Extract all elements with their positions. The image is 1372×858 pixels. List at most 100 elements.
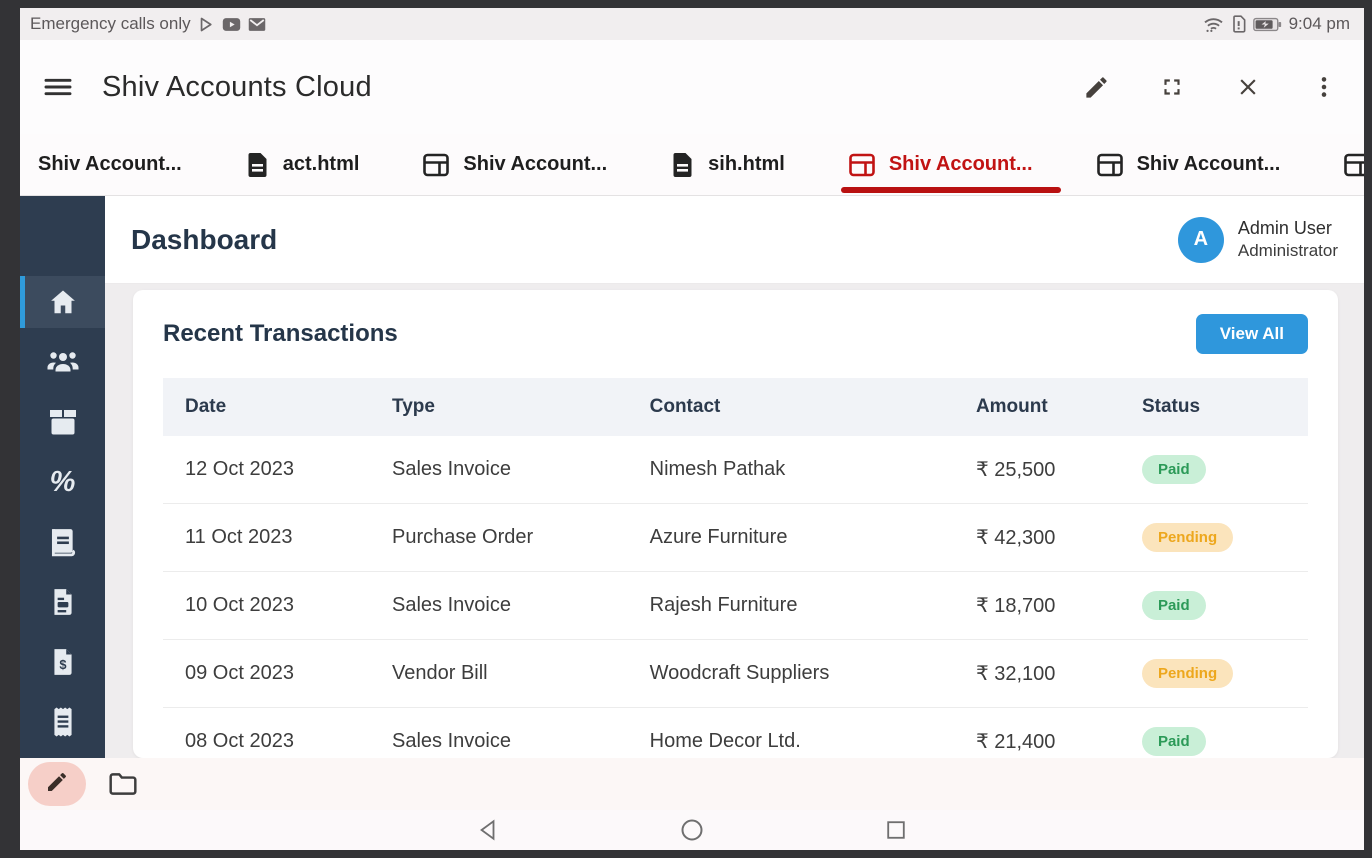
sidebar-item-ledger[interactable] [20,516,105,568]
cell-type: Sales Invoice [392,571,650,640]
status-bar: Emergency calls only 9:04 pm [20,8,1364,40]
table-row: 08 Oct 2023 Sales Invoice Home Decor Ltd… [163,707,1308,758]
cell-date: 12 Oct 2023 [163,436,392,504]
receipt-icon [50,707,76,737]
tab-shiv-accounts-1[interactable]: Shiv Account... [38,134,182,195]
document-icon [246,152,269,178]
user-chip[interactable]: A Admin User Administrator [1177,216,1338,263]
app-toolbar: Shiv Accounts Cloud [20,40,1364,134]
cell-type: Sales Invoice [392,436,650,504]
close-icon[interactable] [1234,73,1262,101]
sidebar-item-products[interactable] [20,396,105,448]
sidebar: % $ [20,196,105,758]
back-icon[interactable] [475,817,501,843]
carrier-text: Emergency calls only [30,14,191,33]
tab-sih-html[interactable]: sih.html [671,134,785,195]
edit-fab[interactable] [28,762,86,806]
tab-label: Shiv Account... [888,153,1033,175]
status-badge: Paid [1141,727,1206,756]
column-header-contact: Contact [649,378,976,436]
cell-contact: Woodcraft Suppliers [649,639,976,708]
cell-type: Purchase Order [392,503,650,572]
cell-amount: ₹ 21,400 [975,707,1142,758]
transactions-table: Date Type Contact Amount Status 12 Oct 2… [163,378,1308,758]
ledger-icon [49,527,77,557]
column-header-type: Type [392,378,650,436]
wifi-icon [1203,16,1224,33]
window-icon [1096,153,1123,177]
cell-contact: Azure Furniture [649,503,976,572]
clock-text: 9:04 pm [1288,14,1350,33]
tab-label: act.html [282,153,360,175]
tab-shiv-accounts-2[interactable]: Shiv Account... [423,134,607,195]
document-icon [671,152,694,178]
folder-icon[interactable] [108,771,138,797]
table-row: 12 Oct 2023 Sales Invoice Nimesh Pathak … [163,436,1308,504]
fullscreen-icon[interactable] [1158,73,1186,101]
section-title: Recent Transactions [163,320,398,347]
table-row: 09 Oct 2023 Vendor Bill Woodcraft Suppli… [163,639,1308,708]
tab-shiv-accounts-3[interactable]: Shiv Account... [1096,134,1280,195]
sidebar-item-bills[interactable]: $ [20,636,105,688]
sim-alert-icon [1231,15,1246,33]
cell-amount: ₹ 25,500 [975,436,1142,504]
bill-icon: $ [50,647,76,677]
view-all-button[interactable]: View All [1195,314,1308,354]
avatar: A [1177,216,1224,263]
user-name: Admin User [1237,217,1332,238]
cell-date: 10 Oct 2023 [163,571,392,640]
svg-text:$: $ [59,657,66,672]
tab-label: Shiv Account... [463,153,608,175]
sidebar-item-purchase-orders[interactable] [20,576,105,628]
status-badge: Pending [1141,523,1234,552]
status-badge: Paid [1141,455,1206,484]
cell-contact: Nimesh Pathak [649,436,976,504]
device-screen: Emergency calls only 9:04 pm Shiv Accoun… [20,8,1364,850]
recents-icon[interactable] [883,817,909,843]
status-badge: Paid [1141,591,1206,620]
column-header-status: Status [1141,378,1308,436]
window-icon [423,153,450,177]
column-header-date: Date [163,378,392,436]
recent-transactions-card: Recent Transactions View All Date Type C… [133,290,1338,758]
sidebar-item-contacts[interactable] [20,336,105,388]
sidebar-item-dashboard[interactable] [20,276,105,328]
user-role: Administrator [1237,241,1338,261]
table-row: 11 Oct 2023 Purchase Order Azure Furnitu… [163,503,1308,572]
package-icon [47,407,79,437]
window-icon [1344,153,1364,177]
table-row: 10 Oct 2023 Sales Invoice Rajesh Furnitu… [163,571,1308,640]
percent-icon: % [49,465,76,498]
cell-date: 08 Oct 2023 [163,707,392,758]
cell-amount: ₹ 32,100 [975,639,1142,708]
overflow-menu-icon[interactable] [1310,73,1338,101]
column-header-amount: Amount [975,378,1142,436]
tab-label: sih.html [708,153,785,175]
status-badge: Pending [1141,659,1234,688]
edit-icon[interactable] [1082,73,1110,101]
sidebar-item-taxes[interactable]: % [20,456,105,508]
cell-contact: Rajesh Furniture [649,571,976,640]
tab-ecofinds[interactable]: EcoFinds - [1344,134,1364,195]
sidebar-item-transactions[interactable] [20,696,105,748]
editor-bottom-toolbar [20,758,1364,810]
window-icon [849,153,875,177]
page-header: Dashboard A Admin User Administrator [105,196,1364,284]
tab-shiv-accounts-active[interactable]: Shiv Account... [840,134,1061,195]
page-title: Dashboard [131,223,278,255]
cell-amount: ₹ 18,700 [975,571,1142,640]
gmail-icon [248,17,266,32]
dashboard-content: Recent Transactions View All Date Type C… [105,284,1364,758]
purchase-order-icon [50,587,76,617]
tab-label: Shiv Account... [38,153,182,175]
cell-type: Vendor Bill [392,639,650,708]
play-store-icon [198,16,215,33]
youtube-icon [222,17,241,32]
tab-act-html[interactable]: act.html [246,134,360,195]
home-circle-icon[interactable] [679,817,705,843]
cell-date: 11 Oct 2023 [163,503,392,572]
home-icon [48,287,78,317]
menu-icon[interactable] [42,70,76,104]
android-nav-bar [20,810,1364,850]
cell-contact: Home Decor Ltd. [649,707,976,758]
